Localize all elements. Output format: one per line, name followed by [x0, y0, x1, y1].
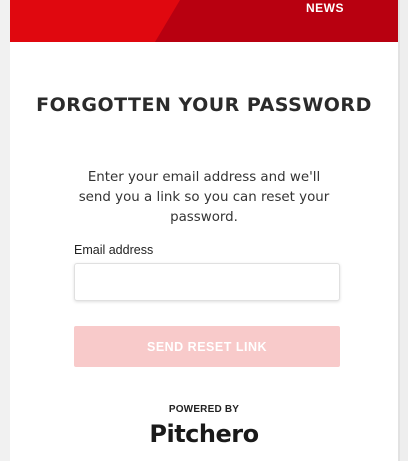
top-banner: NEWS [10, 0, 398, 42]
reset-panel: NEWS FORGOTTEN YOUR PASSWORD Enter your … [10, 0, 398, 461]
page-edge [398, 0, 408, 461]
email-field[interactable] [74, 263, 340, 301]
page-title: FORGOTTEN YOUR PASSWORD [36, 94, 372, 116]
intro-text: Enter your email address and we'll send … [78, 170, 330, 225]
pitchero-logo[interactable]: Pitchero [10, 418, 398, 450]
powered-by-label: POWERED BY [168, 404, 240, 415]
send-reset-link-button[interactable]: SEND RESET LINK [74, 326, 340, 367]
email-label: Email address [74, 243, 154, 257]
nav-link-news[interactable]: NEWS [306, 1, 344, 15]
